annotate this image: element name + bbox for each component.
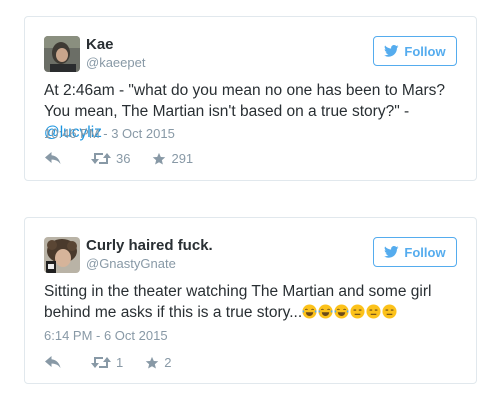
display-name[interactable]: Kae [86, 36, 114, 53]
like-button[interactable]: 2 [145, 355, 171, 370]
retweet-count: 36 [116, 151, 131, 166]
retweet-count: 1 [116, 355, 124, 370]
tweet-card: Kae @kaeepet Follow At 2:46am - "what do… [24, 16, 477, 181]
like-count: 291 [171, 151, 194, 166]
avatar[interactable] [44, 237, 80, 273]
tweet-timestamp[interactable]: 6:14 PM - 6 Oct 2015 [44, 328, 168, 343]
star-icon [152, 152, 166, 166]
tweet-actions: 36 291 [45, 151, 193, 166]
user-handle[interactable]: @kaeepet [86, 55, 145, 70]
face-with-tears-of-joy-icon [318, 304, 333, 319]
reply-arrow-icon [45, 356, 61, 369]
reply-button[interactable] [45, 152, 61, 165]
follow-button[interactable]: Follow [373, 237, 457, 267]
expressionless-face-icon [382, 304, 397, 319]
tweet-body: At 2:46am - "what do you mean no one has… [44, 82, 445, 120]
retweet-icon [91, 152, 111, 165]
follow-label: Follow [404, 43, 446, 59]
reply-arrow-icon [45, 152, 61, 165]
twitter-bird-icon [384, 246, 399, 258]
retweet-button[interactable]: 36 [91, 151, 130, 166]
reply-button[interactable] [45, 356, 61, 369]
like-count: 2 [164, 355, 172, 370]
emoji-row [302, 304, 397, 319]
tweet-timestamp[interactable]: 10:46 PM - 3 Oct 2015 [44, 126, 175, 141]
expressionless-face-icon [366, 304, 381, 319]
follow-button[interactable]: Follow [373, 36, 457, 66]
user-handle[interactable]: @GnastyGnate [86, 256, 176, 271]
tweet-text: Sitting in the theater watching The Mart… [44, 281, 462, 323]
tweet-actions: 1 2 [45, 355, 171, 370]
follow-label: Follow [404, 244, 446, 260]
display-name[interactable]: Curly haired fuck. [86, 237, 213, 254]
retweet-icon [91, 356, 111, 369]
face-with-tears-of-joy-icon [334, 304, 349, 319]
star-icon [145, 356, 159, 370]
expressionless-face-icon [350, 304, 365, 319]
tweet-card: Curly haired fuck. @GnastyGnate Follow S… [24, 217, 477, 384]
like-button[interactable]: 291 [152, 151, 193, 166]
twitter-bird-icon [384, 45, 399, 57]
avatar[interactable] [44, 36, 80, 72]
retweet-button[interactable]: 1 [91, 355, 123, 370]
face-with-tears-of-joy-icon [302, 304, 317, 319]
